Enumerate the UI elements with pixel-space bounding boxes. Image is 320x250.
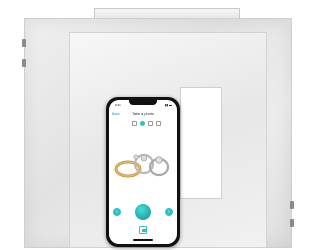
page-title: Take a photo: [132, 112, 154, 116]
chevron-left-icon[interactable]: ‹: [113, 208, 121, 216]
grid-icon[interactable]: [148, 121, 153, 126]
gallery-icon[interactable]: [139, 226, 147, 234]
latch-icon: [290, 219, 294, 227]
ring-stone: [140, 154, 148, 162]
jewelry-preview: [114, 153, 170, 178]
status-time: 9:41: [115, 103, 121, 107]
chevron-right-icon[interactable]: ›: [165, 208, 173, 216]
app-header: Back Take a photo: [109, 109, 177, 119]
shutter-button[interactable]: [135, 204, 151, 220]
phone-notch: [129, 100, 157, 105]
status-icons: ▮▮ ▬: [164, 103, 172, 107]
panel-window: [180, 87, 222, 199]
home-indicator: [133, 239, 153, 241]
ring-stone: [155, 156, 163, 164]
latch-icon: [290, 201, 294, 209]
latch-icon: [22, 59, 26, 67]
smartphone: 9:41 ▮▮ ▬ Back Take a photo ‹ ›: [106, 97, 180, 247]
square-icon[interactable]: [132, 121, 137, 126]
gallery-thumbnail: [141, 228, 146, 232]
latch-icon: [22, 39, 26, 47]
mode-selector: [132, 121, 161, 126]
ring-stone: [133, 154, 139, 160]
product-scene: 9:41 ▮▮ ▬ Back Take a photo ‹ ›: [0, 0, 312, 250]
phone-screen: 9:41 ▮▮ ▬ Back Take a photo ‹ ›: [109, 100, 177, 244]
circle-icon[interactable]: [140, 121, 145, 126]
frame-icon[interactable]: [156, 121, 161, 126]
